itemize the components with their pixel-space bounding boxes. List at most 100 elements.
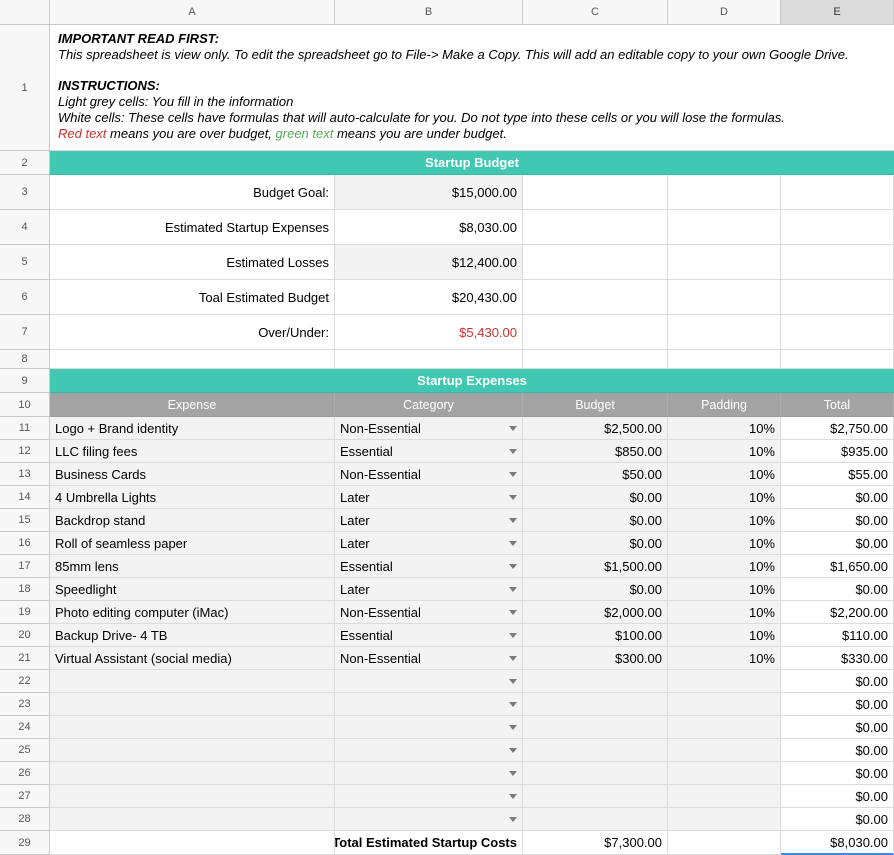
category-cell[interactable] [335,739,523,762]
expense-name-cell[interactable]: Photo editing computer (iMac) [50,601,335,624]
row-header-23[interactable]: 23 [0,693,50,716]
total-cell[interactable]: $935.00 [781,440,894,463]
total-cell[interactable]: $0.00 [781,693,894,716]
budget-cell[interactable] [523,693,668,716]
budget-cell[interactable] [523,670,668,693]
budget-value-cell[interactable]: $20,430.00 [335,280,523,315]
padding-cell[interactable] [668,762,781,785]
grand-total-cell[interactable]: $8,030.00 [781,831,894,855]
instructions-cell[interactable]: IMPORTANT READ FIRST: This spreadsheet i… [50,25,894,151]
empty-cell[interactable] [781,280,894,315]
dropdown-arrow-icon[interactable] [509,541,517,546]
empty-cell[interactable] [668,280,781,315]
category-cell[interactable]: Later [335,578,523,601]
column-title-budget[interactable]: Budget [523,393,668,417]
row-header-10[interactable]: 10 [0,393,50,417]
budget-cell[interactable]: $50.00 [523,463,668,486]
row-header-17[interactable]: 17 [0,555,50,578]
total-cell[interactable]: $2,750.00 [781,417,894,440]
dropdown-arrow-icon[interactable] [509,725,517,730]
dropdown-arrow-icon[interactable] [509,449,517,454]
budget-value-cell[interactable]: $5,430.00 [335,315,523,350]
total-cell[interactable]: $0.00 [781,578,894,601]
category-cell[interactable]: Later [335,509,523,532]
expense-name-cell[interactable] [50,808,335,831]
empty-cell[interactable] [523,210,668,245]
budget-label-cell[interactable]: Estimated Losses [50,245,335,280]
row-header-25[interactable]: 25 [0,739,50,762]
empty-cell[interactable] [50,831,335,855]
empty-cell[interactable] [668,175,781,210]
budget-cell[interactable]: $0.00 [523,532,668,555]
empty-cell[interactable] [668,315,781,350]
dropdown-arrow-icon[interactable] [509,472,517,477]
empty-cell[interactable] [523,350,668,369]
total-costs-label[interactable]: Total Estimated Startup Costs [335,831,523,855]
column-title-category[interactable]: Category [335,393,523,417]
row-header-8[interactable]: 8 [0,350,50,369]
dropdown-arrow-icon[interactable] [509,610,517,615]
empty-cell[interactable] [781,210,894,245]
empty-cell[interactable] [50,350,335,369]
total-cell[interactable]: $0.00 [781,486,894,509]
row-header-24[interactable]: 24 [0,716,50,739]
column-title-expense[interactable]: Expense [50,393,335,417]
budget-cell[interactable]: $100.00 [523,624,668,647]
expense-name-cell[interactable]: Business Cards [50,463,335,486]
empty-cell[interactable] [781,175,894,210]
budget-cell[interactable]: $2,000.00 [523,601,668,624]
category-cell[interactable]: Non-Essential [335,417,523,440]
row-header-1[interactable]: 1 [0,25,50,151]
padding-cell[interactable] [668,785,781,808]
budget-value-cell[interactable]: $8,030.00 [335,210,523,245]
row-header-9[interactable]: 9 [0,369,50,393]
empty-cell[interactable] [335,350,523,369]
expense-name-cell[interactable] [50,785,335,808]
total-budget-cell[interactable]: $7,300.00 [523,831,668,855]
budget-cell[interactable]: $300.00 [523,647,668,670]
empty-cell[interactable] [523,245,668,280]
budget-value-cell[interactable]: $12,400.00 [335,245,523,280]
category-cell[interactable]: Non-Essential [335,601,523,624]
padding-cell[interactable]: 10% [668,578,781,601]
dropdown-arrow-icon[interactable] [509,748,517,753]
row-header-4[interactable]: 4 [0,210,50,245]
total-cell[interactable]: $55.00 [781,463,894,486]
column-header-A[interactable]: A [50,0,335,25]
category-cell[interactable]: Non-Essential [335,647,523,670]
total-cell[interactable]: $0.00 [781,509,894,532]
total-cell[interactable]: $0.00 [781,532,894,555]
budget-cell[interactable] [523,808,668,831]
expense-name-cell[interactable] [50,670,335,693]
row-header-11[interactable]: 11 [0,417,50,440]
total-cell[interactable]: $0.00 [781,808,894,831]
budget-cell[interactable] [523,762,668,785]
column-header-E[interactable]: E [781,0,894,25]
budget-cell[interactable] [523,716,668,739]
category-cell[interactable]: Non-Essential [335,463,523,486]
category-cell[interactable]: Essential [335,624,523,647]
row-header-5[interactable]: 5 [0,245,50,280]
dropdown-arrow-icon[interactable] [509,771,517,776]
budget-value-cell[interactable]: $15,000.00 [335,175,523,210]
expense-name-cell[interactable] [50,716,335,739]
total-cell[interactable]: $0.00 [781,716,894,739]
total-cell[interactable]: $1,650.00 [781,555,894,578]
budget-banner[interactable]: Startup Budget [50,151,894,175]
expense-name-cell[interactable]: Roll of seamless paper [50,532,335,555]
padding-cell[interactable]: 10% [668,486,781,509]
padding-cell[interactable] [668,808,781,831]
total-cell[interactable]: $2,200.00 [781,601,894,624]
padding-cell[interactable]: 10% [668,601,781,624]
category-cell[interactable] [335,785,523,808]
expense-name-cell[interactable] [50,739,335,762]
padding-cell[interactable] [668,739,781,762]
dropdown-arrow-icon[interactable] [509,633,517,638]
empty-cell[interactable] [668,210,781,245]
empty-cell[interactable] [523,315,668,350]
empty-cell[interactable] [781,245,894,280]
padding-cell[interactable] [668,716,781,739]
row-header-2[interactable]: 2 [0,151,50,175]
expense-name-cell[interactable] [50,762,335,785]
empty-cell[interactable] [781,315,894,350]
